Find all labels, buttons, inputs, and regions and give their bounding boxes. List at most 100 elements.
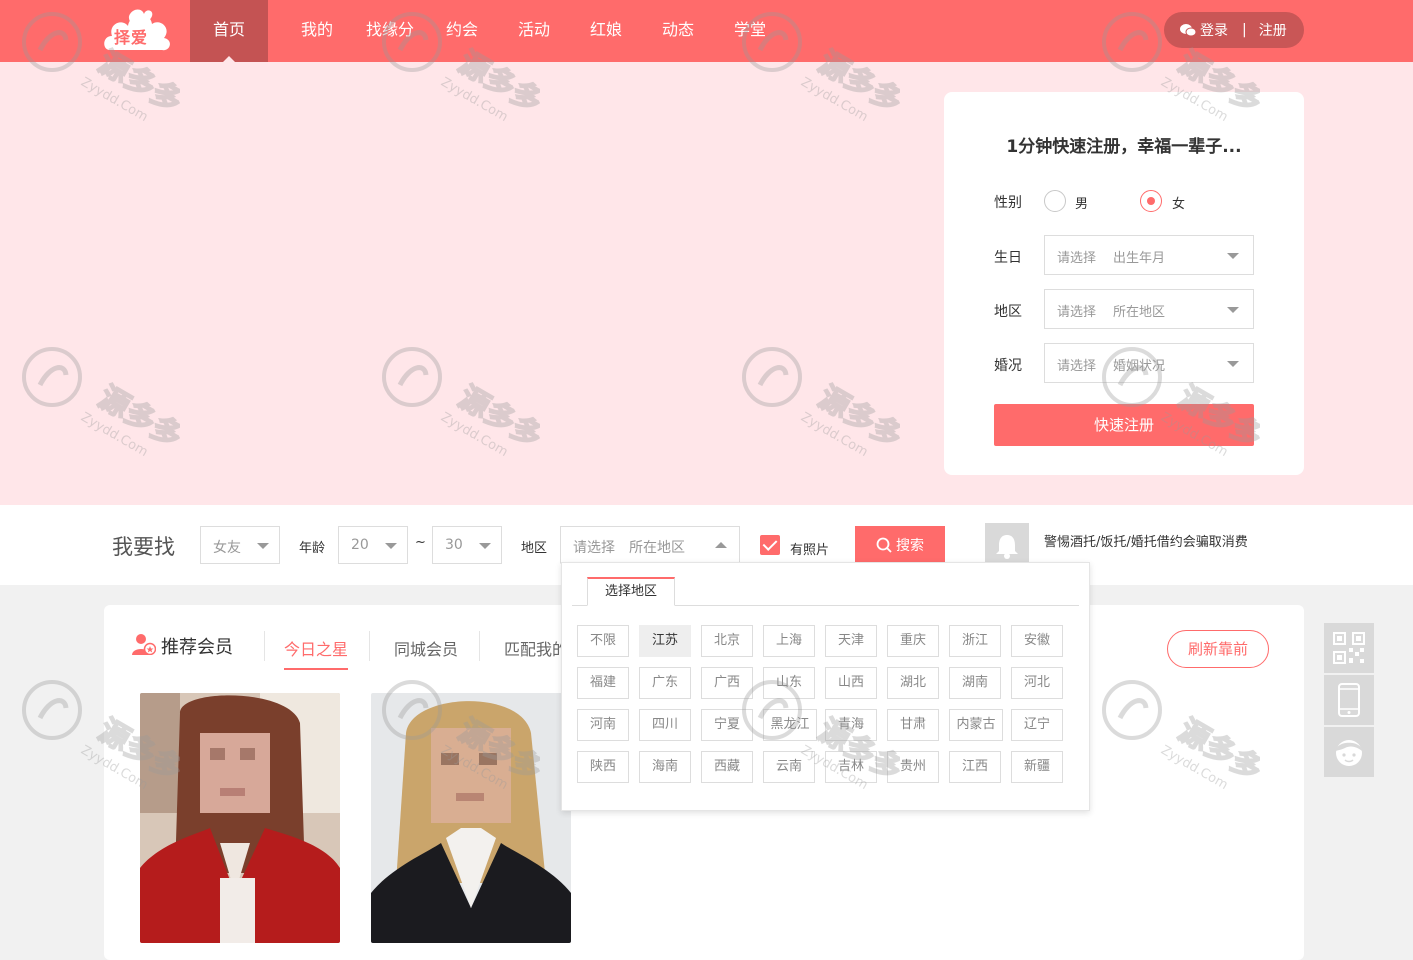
province-option[interactable]: 西藏	[701, 751, 753, 783]
marriage-value: 婚姻状况	[1113, 359, 1166, 374]
register-link[interactable]: 注册	[1259, 20, 1287, 40]
target-select[interactable]: 女友	[200, 526, 280, 564]
marriage-prefix: 请选择	[1057, 359, 1097, 374]
chevron-up-icon	[715, 542, 727, 548]
province-option[interactable]: 上海	[763, 625, 815, 657]
province-option[interactable]: 青海	[825, 709, 877, 741]
member-photo-image	[140, 693, 340, 943]
nav-moments[interactable]: 动态	[656, 0, 700, 62]
qrcode-button[interactable]	[1324, 623, 1374, 673]
chevron-down-icon	[479, 543, 491, 549]
search-region-select[interactable]: 请选择 所在地区	[560, 526, 740, 564]
search-title: 我要找	[112, 535, 175, 559]
login-link[interactable]: 登录	[1200, 20, 1228, 40]
customer-service-button[interactable]	[1324, 727, 1374, 777]
marriage-select[interactable]: 请选择 婚姻状况	[1044, 343, 1254, 383]
province-option[interactable]: 吉林	[825, 751, 877, 783]
province-option[interactable]: 贵州	[887, 751, 939, 783]
main-nav: 首页 我的 找缘分 约会 活动 红娘 动态 学堂	[190, 0, 772, 62]
search-button-label: 搜索	[896, 538, 924, 554]
province-option[interactable]: 安徽	[1011, 625, 1063, 657]
member-photo[interactable]	[371, 693, 571, 943]
region-select[interactable]: 请选择 所在地区	[1044, 289, 1254, 329]
site-logo[interactable]: 择爱	[100, 6, 174, 56]
bell-icon	[996, 535, 1018, 559]
province-option[interactable]: 山西	[825, 667, 877, 699]
wechat-icon	[1180, 24, 1196, 37]
region-dropdown: 选择地区 不限 江苏 北京 上海 天津 重庆 浙江 安徽福建 广东 广西 山东 山西 湖北 湖南 河北河南四…	[561, 562, 1090, 811]
member-icon	[132, 634, 156, 655]
tab-same-city[interactable]: 同城会员	[394, 636, 458, 660]
search-region-value: 所在地区	[629, 540, 685, 556]
customer-service-icon	[1336, 740, 1362, 766]
province-option[interactable]: 湖南	[949, 667, 1001, 699]
province-option[interactable]: 福建	[577, 667, 629, 699]
region-label: 地区	[994, 304, 1022, 320]
province-option[interactable]: 陕西	[577, 751, 629, 783]
target-value: 女友	[213, 540, 241, 556]
gender-male-radio[interactable]	[1044, 190, 1066, 212]
qrcode-icon	[1333, 632, 1365, 664]
province-option[interactable]: 内蒙古	[949, 709, 1003, 741]
top-navbar: 择爱 首页 我的 找缘分 约会 活动 红娘 动态 学堂 登录 | 注册	[0, 0, 1413, 62]
province-option[interactable]: 河南	[577, 709, 629, 741]
member-photo[interactable]	[140, 693, 340, 943]
province-option[interactable]: 北京	[701, 625, 753, 657]
search-region-prefix: 请选择	[573, 540, 615, 556]
province-option[interactable]: 湖北	[887, 667, 939, 699]
province-option[interactable]: 江西	[949, 751, 1001, 783]
province-option[interactable]: 天津	[825, 625, 877, 657]
gender-female-radio[interactable]	[1140, 190, 1162, 212]
age-separator: ~	[415, 535, 426, 550]
region-prefix: 请选择	[1057, 305, 1097, 320]
age-min-select[interactable]: 20	[338, 526, 408, 564]
nav-activity[interactable]: 活动	[512, 0, 556, 62]
birthday-select[interactable]: 请选择 出生年月	[1044, 235, 1254, 275]
province-option[interactable]: 江苏	[639, 625, 691, 657]
login-register-box: 登录 | 注册	[1164, 12, 1304, 48]
quick-register-button[interactable]: 快速注册	[994, 404, 1254, 446]
divider	[479, 631, 480, 661]
nav-find-match[interactable]: 找缘分	[362, 0, 418, 62]
nav-home[interactable]: 首页	[190, 0, 268, 62]
refresh-button[interactable]: 刷新靠前	[1167, 630, 1269, 668]
age-min-value: 20	[351, 537, 369, 553]
province-option[interactable]: 四川	[639, 709, 691, 741]
chevron-down-icon	[385, 543, 397, 549]
tab-matched-me[interactable]: 匹配我的	[504, 636, 568, 660]
chevron-down-icon	[257, 543, 269, 549]
marriage-label: 婚况	[994, 358, 1022, 374]
nav-school[interactable]: 学堂	[728, 0, 772, 62]
province-option[interactable]: 河北	[1011, 667, 1063, 699]
divider	[369, 631, 370, 661]
has-photo-checkbox[interactable]	[760, 535, 780, 555]
province-option[interactable]: 甘肃	[887, 709, 939, 741]
region-tab[interactable]: 选择地区	[587, 577, 675, 606]
region-value: 所在地区	[1113, 305, 1166, 320]
nav-mine[interactable]: 我的	[294, 0, 340, 62]
search-button[interactable]: 搜索	[855, 526, 945, 564]
province-option[interactable]: 宁夏	[701, 709, 753, 741]
chevron-down-icon	[1227, 361, 1239, 367]
province-option[interactable]: 浙江	[949, 625, 1001, 657]
search-icon	[876, 537, 892, 553]
nav-dating[interactable]: 约会	[440, 0, 484, 62]
province-option[interactable]: 黑龙江	[763, 709, 817, 741]
province-option[interactable]: 山东	[763, 667, 815, 699]
tab-today-star[interactable]: 今日之星	[264, 636, 368, 670]
notice-bell	[985, 523, 1029, 567]
birthday-label: 生日	[994, 250, 1022, 266]
province-option[interactable]: 广西	[701, 667, 753, 699]
province-option[interactable]: 云南	[763, 751, 815, 783]
province-option[interactable]: 海南	[639, 751, 691, 783]
province-option[interactable]: 广东	[639, 667, 691, 699]
nav-matchmaker[interactable]: 红娘	[584, 0, 628, 62]
province-option[interactable]: 辽宁	[1011, 709, 1063, 741]
province-option[interactable]: 不限	[577, 625, 629, 657]
safety-notice[interactable]: 警惕酒托/饭托/婚托借约会骗取消费	[1044, 531, 1248, 550]
province-option[interactable]: 重庆	[887, 625, 939, 657]
mobile-button[interactable]	[1324, 675, 1374, 725]
age-max-select[interactable]: 30	[432, 526, 502, 564]
province-option[interactable]: 新疆	[1011, 751, 1063, 783]
chevron-down-icon	[1227, 253, 1239, 259]
